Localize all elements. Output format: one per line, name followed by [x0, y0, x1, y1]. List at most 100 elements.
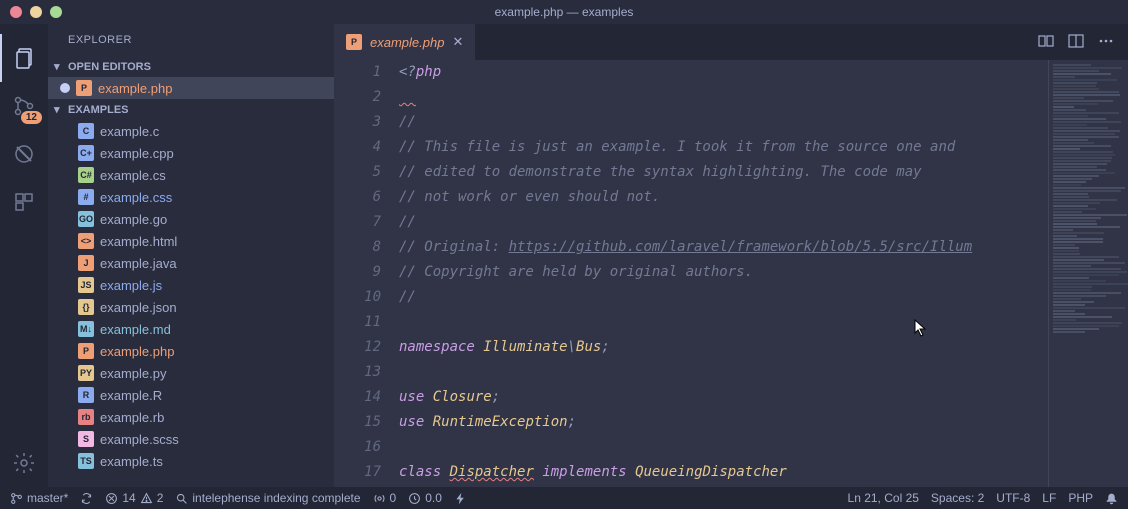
tab-bar: P example.php ✕ [334, 24, 1128, 60]
file-name: example.java [100, 256, 177, 271]
file-name: example.js [100, 278, 162, 293]
source-control-badge: 12 [21, 111, 42, 124]
file-item[interactable]: M↓ example.md [48, 318, 334, 340]
file-type-icon: R [78, 387, 94, 403]
php-file-icon: P [346, 34, 362, 50]
more-actions-icon[interactable] [1098, 33, 1114, 52]
file-name: example.R [100, 388, 162, 403]
file-type-icon: C# [78, 167, 94, 183]
file-name: example.php [100, 344, 174, 359]
open-editor-item[interactable]: P example.php [48, 77, 334, 99]
source-control-icon[interactable]: 12 [0, 82, 48, 130]
window-zoom-button[interactable] [50, 6, 62, 18]
extensions-icon[interactable] [0, 178, 48, 226]
file-item[interactable]: C# example.cs [48, 164, 334, 186]
file-type-icon: GO [78, 211, 94, 227]
bolt-icon[interactable] [454, 492, 467, 505]
file-type-icon: {} [78, 299, 94, 315]
file-name: example.css [100, 190, 172, 205]
file-type-icon: # [78, 189, 94, 205]
file-type-icon: C [78, 123, 94, 139]
php-file-icon: P [76, 80, 92, 96]
error-count: 14 [122, 491, 135, 505]
file-name: example.cpp [100, 146, 174, 161]
file-type-icon: P [78, 343, 94, 359]
broadcast-icon [373, 492, 386, 505]
file-type-icon: C+ [78, 145, 94, 161]
file-type-icon: M↓ [78, 321, 94, 337]
language-mode[interactable]: PHP [1068, 491, 1093, 505]
minimap[interactable] [1048, 60, 1128, 487]
modified-dot-icon [60, 83, 70, 93]
file-item[interactable]: Pexample.php [48, 340, 334, 362]
radio-count: 0 [390, 491, 397, 505]
editor-body[interactable]: 1234567891011121314151617 <?php //// Thi… [334, 60, 1128, 487]
explorer-icon[interactable] [0, 34, 48, 82]
file-name: example.scss [100, 432, 179, 447]
file-item[interactable]: Cexample.c [48, 120, 334, 142]
file-item[interactable]: JS example.js [48, 274, 334, 296]
file-item[interactable]: TS example.ts [48, 450, 334, 472]
file-name: example.go [100, 212, 167, 227]
file-type-icon: rb [78, 409, 94, 425]
warning-count: 2 [157, 491, 164, 505]
window-minimize-button[interactable] [30, 6, 42, 18]
file-name: example.rb [100, 410, 164, 425]
folder-header[interactable]: ▾ EXAMPLES [48, 99, 334, 120]
git-branch-item[interactable]: master* [10, 491, 68, 505]
file-type-icon: JS [78, 277, 94, 293]
line-number-gutter: 1234567891011121314151617 [334, 60, 399, 487]
encoding[interactable]: UTF-8 [996, 491, 1030, 505]
activity-bar: 12 [0, 24, 48, 487]
compare-changes-icon[interactable] [1038, 33, 1054, 52]
titlebar: example.php — examples [0, 0, 1128, 24]
clock-item[interactable]: 0.0 [408, 491, 442, 505]
cursor-position[interactable]: Ln 21, Col 25 [848, 491, 919, 505]
search-status-item[interactable]: intelephense indexing complete [175, 491, 360, 505]
files-list: Cexample.c C+ example.cpp C# example.cs # exam… [48, 120, 334, 487]
window-title: example.php — examples [495, 5, 634, 19]
file-item[interactable]: <> example.html [48, 230, 334, 252]
file-name: example.md [100, 322, 171, 337]
file-item[interactable]: # example.css [48, 186, 334, 208]
folder-label: EXAMPLES [68, 104, 129, 116]
git-branch-icon [10, 492, 23, 505]
debug-icon[interactable] [0, 130, 48, 178]
split-editor-icon[interactable] [1068, 33, 1084, 52]
radio-item[interactable]: 0 [373, 491, 397, 505]
eol[interactable]: LF [1042, 491, 1056, 505]
chevron-down-icon: ▾ [54, 103, 64, 116]
problems-item[interactable]: 14 2 [105, 491, 163, 505]
file-item[interactable]: C+ example.cpp [48, 142, 334, 164]
file-type-icon: PY [78, 365, 94, 381]
chevron-down-icon: ▾ [54, 60, 64, 73]
tab-example-php[interactable]: P example.php ✕ [334, 24, 475, 60]
file-name: example.html [100, 234, 177, 249]
file-type-icon: <> [78, 233, 94, 249]
file-item[interactable]: Jexample.java [48, 252, 334, 274]
file-name: example.c [100, 124, 159, 139]
file-name: example.py [100, 366, 166, 381]
file-name: example.ts [100, 454, 163, 469]
file-item[interactable]: Rexample.R [48, 384, 334, 406]
file-type-icon: J [78, 255, 94, 271]
file-item[interactable]: Sexample.scss [48, 428, 334, 450]
notifications-bell-icon[interactable] [1105, 492, 1118, 505]
error-icon [105, 492, 118, 505]
window-close-button[interactable] [10, 6, 22, 18]
warning-icon [140, 492, 153, 505]
file-item[interactable]: {} example.json [48, 296, 334, 318]
file-name: example.json [100, 300, 177, 315]
clock-value: 0.0 [425, 491, 442, 505]
indent-setting[interactable]: Spaces: 2 [931, 491, 984, 505]
file-item[interactable]: rb example.rb [48, 406, 334, 428]
file-item[interactable]: GO example.go [48, 208, 334, 230]
sync-icon[interactable] [80, 492, 93, 505]
file-type-icon: TS [78, 453, 94, 469]
code-content[interactable]: <?php //// This file is just an example.… [399, 60, 1048, 487]
open-editors-header[interactable]: ▾ OPEN EDITORS [48, 56, 334, 77]
close-tab-icon[interactable]: ✕ [452, 34, 463, 50]
file-item[interactable]: PY example.py [48, 362, 334, 384]
file-name: example.cs [100, 168, 166, 183]
settings-gear-icon[interactable] [0, 439, 48, 487]
